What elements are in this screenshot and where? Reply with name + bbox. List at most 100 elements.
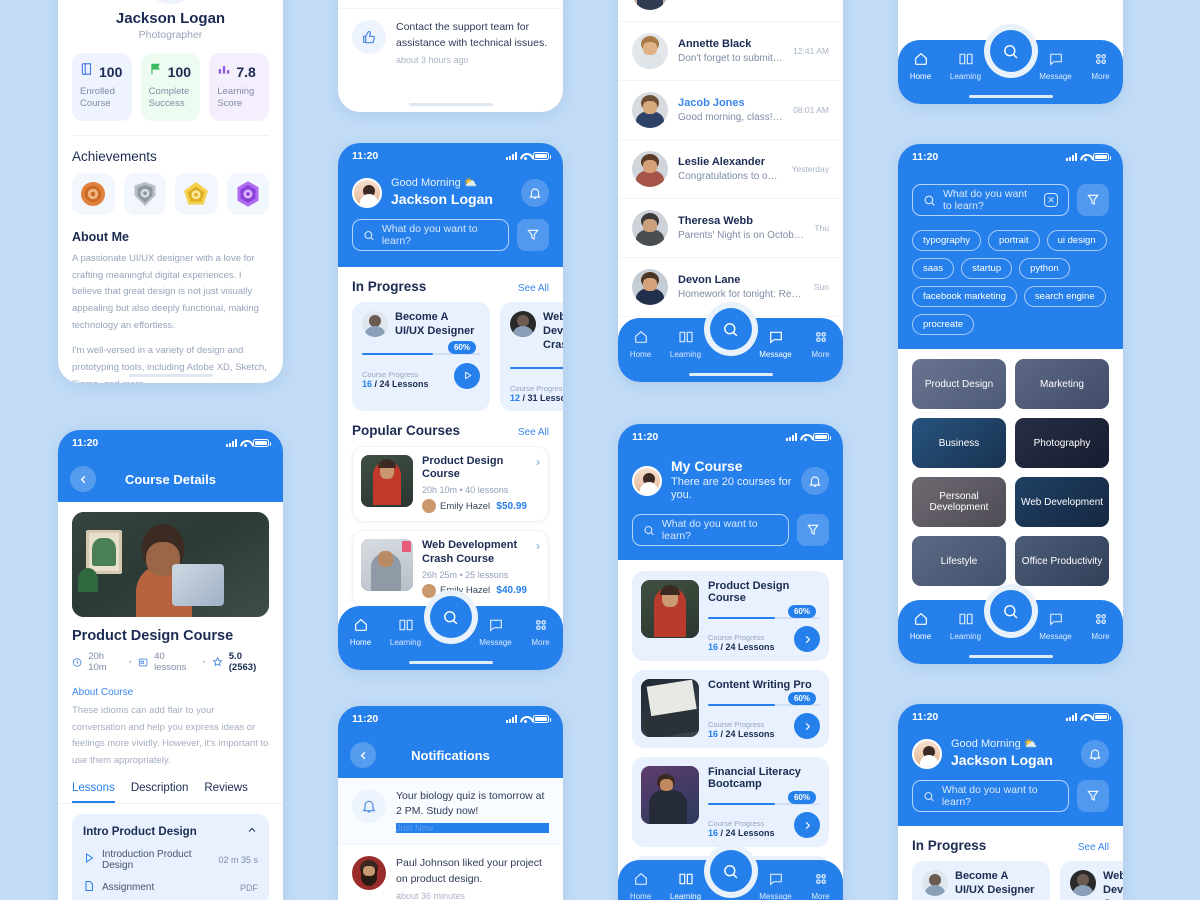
nav-item-learning[interactable]: Learning (663, 329, 708, 359)
clear-icon[interactable]: ✕ (1044, 193, 1058, 207)
progress-card[interactable]: Become A UI/UX Designer 60% Course Progr… (352, 302, 490, 411)
nav-item-more[interactable]: More (518, 617, 563, 647)
nav-item-learning[interactable]: Learning (383, 617, 428, 647)
notification-item[interactable]: Your biology quiz is tomorrow at 2 PM. S… (338, 778, 563, 846)
notification-item[interactable]: 8 Book launch event for 'Science Explore… (338, 0, 563, 10)
progress-card[interactable]: Web Development Crash Course 60% Course … (500, 302, 563, 411)
bronze-circle-badge[interactable] (72, 172, 115, 216)
tag-procreate[interactable]: procreate (912, 314, 975, 335)
filter-button[interactable] (1077, 184, 1109, 216)
my-course-card[interactable]: Financial Literacy Bootcamp 60% Course P… (632, 757, 829, 847)
search-input[interactable]: What do you want to learn? ✕ (912, 184, 1069, 216)
see-all-link[interactable]: See All (518, 427, 549, 438)
nav-item-more[interactable]: More (798, 871, 843, 900)
nav-item-more[interactable]: More (1078, 611, 1123, 641)
category-lifestyle[interactable]: Lifestyle (912, 536, 1006, 586)
open-course-button[interactable] (794, 812, 820, 838)
message-item[interactable]: Theresa Webb Parents' Night is on Octobe… (618, 199, 843, 258)
see-all-link[interactable]: See All (518, 283, 549, 294)
category-photography[interactable]: Photography (1015, 418, 1109, 468)
tag-python[interactable]: python (1019, 258, 1070, 279)
nav-item-learning[interactable]: Learning (943, 51, 988, 81)
search-fab-button[interactable] (703, 302, 758, 356)
search-fab-button[interactable] (983, 24, 1038, 78)
notification-item[interactable]: Contact the support team for assistance … (338, 9, 563, 75)
avatar[interactable] (632, 465, 662, 496)
tag-search-engine[interactable]: search engine (1023, 286, 1106, 307)
tag-facebook-marketing[interactable]: facebook marketing (912, 286, 1017, 307)
silver-shield-badge[interactable] (123, 172, 166, 216)
tab-lessons[interactable]: Lessons (72, 782, 115, 803)
nav-item-message[interactable]: Message (1033, 51, 1078, 81)
chevron-right-icon[interactable]: › (536, 539, 540, 553)
open-course-button[interactable] (794, 713, 820, 739)
status-bar: 11:20 (58, 430, 283, 456)
lesson-row[interactable]: Introduction Product Design 02 m 35 s (83, 849, 258, 871)
message-item[interactable]: Jacob Jones Good morning, class! Today..… (618, 81, 843, 140)
chat-icon (1033, 611, 1078, 629)
tab-description[interactable]: Description (131, 782, 189, 803)
progress-card[interactable]: Become A UI/UX Designer (912, 861, 1050, 900)
purple-hexagon-badge[interactable] (226, 172, 269, 216)
category-product-design[interactable]: Product Design (912, 359, 1006, 409)
tab-reviews[interactable]: Reviews (204, 782, 247, 803)
nav-item-message[interactable]: Message (473, 617, 518, 647)
filter-button[interactable] (797, 514, 829, 546)
category-business[interactable]: Business (912, 418, 1006, 468)
notification-bell-button[interactable] (1081, 739, 1109, 768)
tag-saas[interactable]: saas (912, 258, 955, 279)
play-button[interactable] (454, 362, 480, 389)
my-course-card[interactable]: Product Design Course 60% Course Progres… (632, 571, 829, 661)
back-button[interactable] (350, 742, 376, 768)
message-item[interactable]: Leslie Alexander Congratulations to our … (618, 140, 843, 199)
nav-item-message[interactable]: Message (1033, 611, 1078, 641)
search-fab-button[interactable] (703, 844, 758, 898)
search-input[interactable]: What do you want to learn? (632, 514, 789, 546)
avatar[interactable] (912, 738, 942, 769)
category-web-development[interactable]: Web Development (1015, 477, 1109, 527)
filter-button[interactable] (1077, 780, 1109, 813)
notification-bell-button[interactable] (801, 466, 829, 495)
signal-icon (226, 439, 237, 447)
see-all-link[interactable]: See All (1078, 842, 1109, 853)
nav-item-learning[interactable]: Learning (663, 871, 708, 900)
course-card[interactable]: Product Design Course 20h 10m • 40 lesso… (352, 445, 549, 522)
nav-item-message[interactable]: Message (753, 329, 798, 359)
avatar[interactable] (352, 177, 382, 208)
filter-button[interactable] (517, 219, 549, 252)
nav-item-home[interactable]: Home (898, 51, 943, 81)
tag-portrait[interactable]: portrait (988, 230, 1040, 251)
category-marketing[interactable]: Marketing (1015, 359, 1109, 409)
open-course-button[interactable] (794, 626, 820, 652)
chevron-right-icon[interactable]: › (536, 455, 540, 469)
message-item[interactable]: Annette Black Don't forget to submit you… (618, 22, 843, 81)
nav-item-home[interactable]: Home (618, 871, 663, 900)
category-personal-development[interactable]: Personal Development (912, 477, 1006, 527)
nav-item-learning[interactable]: Learning (943, 611, 988, 641)
tag-ui-design[interactable]: ui design (1046, 230, 1107, 251)
notification-item[interactable]: Paul Johnson liked your project on produ… (338, 845, 563, 900)
search-input[interactable]: What do you want to learn? (912, 780, 1069, 813)
gold-pentagon-badge[interactable] (175, 172, 218, 216)
message-item[interactable]: I enjoyed today's history lecture. (618, 0, 843, 22)
nav-item-more[interactable]: More (1078, 51, 1123, 81)
lesson-row[interactable]: Assignment PDF (83, 879, 258, 897)
course-hero-image (72, 512, 269, 617)
nav-item-more[interactable]: More (798, 329, 843, 359)
nav-item-home[interactable]: Home (898, 611, 943, 641)
tag-startup[interactable]: startup (961, 258, 1013, 279)
progress-card[interactable]: Web Development Crash Course (1060, 861, 1123, 900)
nav-item-message[interactable]: Message (753, 871, 798, 900)
search-fab-button[interactable] (983, 584, 1038, 638)
lesson-group-intro[interactable]: Intro Product Design Introduction Produc… (72, 813, 269, 900)
search-input[interactable]: What do you want to learn? (352, 219, 509, 252)
search-fab-button[interactable] (423, 590, 478, 644)
back-button[interactable] (70, 466, 96, 492)
tag-typography[interactable]: typography (912, 230, 982, 251)
nav-item-home[interactable]: Home (618, 329, 663, 359)
notification-bell-button[interactable] (521, 178, 549, 207)
nav-item-home[interactable]: Home (338, 617, 383, 647)
my-course-card[interactable]: Content Writing Pro 60% Course Progress … (632, 670, 829, 748)
category-office-productivity[interactable]: Office Productivity (1015, 536, 1109, 586)
chevron-up-icon[interactable] (246, 823, 258, 841)
